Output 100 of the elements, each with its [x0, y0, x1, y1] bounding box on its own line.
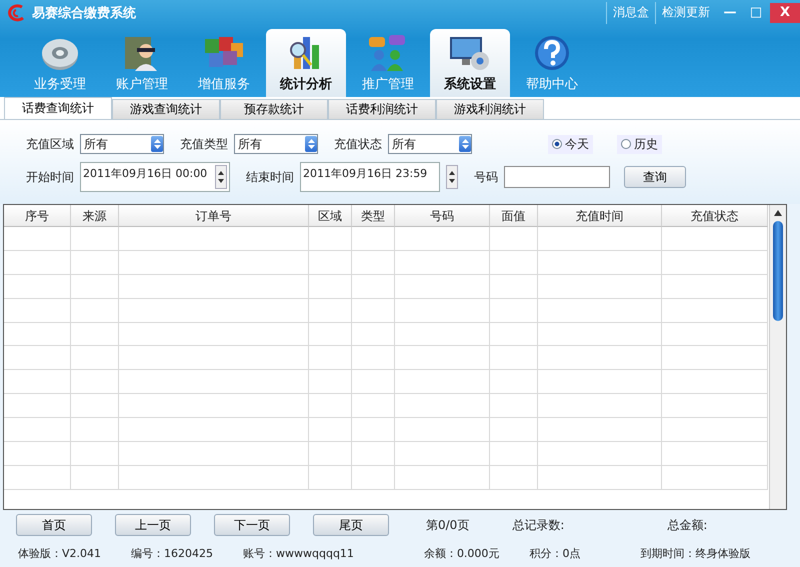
- pager-button[interactable]: 首页: [16, 514, 92, 536]
- table-cell: [490, 418, 538, 442]
- table-cell: [490, 442, 538, 466]
- window-title: 易赛综合缴费系统: [32, 4, 136, 22]
- table-cell: [490, 346, 538, 370]
- column-header: 区域: [309, 205, 352, 227]
- table-cell: [4, 298, 71, 323]
- spinner-arrows-icon: [308, 139, 314, 149]
- radio-button[interactable]: 历史: [617, 134, 662, 154]
- table-cell: [4, 370, 71, 394]
- table-cell: [71, 370, 119, 394]
- status-text: 账号：wwwwqqqq11: [243, 546, 354, 560]
- field-label: 充值类型: [180, 136, 228, 152]
- table-cell: [352, 418, 395, 442]
- table-cell: [71, 418, 119, 442]
- table-cell: [4, 394, 71, 418]
- input-field[interactable]: [504, 166, 610, 188]
- table-cell: [309, 322, 352, 346]
- table-cell: [309, 274, 352, 299]
- dropdown[interactable]: 所有: [388, 134, 472, 154]
- table-cell: [71, 466, 119, 490]
- tab[interactable]: 游戏利润统计: [436, 99, 544, 119]
- pager-button[interactable]: 上一页: [115, 514, 191, 536]
- table-cell: [71, 227, 119, 251]
- scroll-up-icon: [774, 209, 782, 217]
- table-cell: [309, 466, 352, 490]
- table-cell: [71, 298, 119, 323]
- spinner-arrows-icon: [462, 139, 468, 149]
- page-indicator: 第0/0页: [426, 516, 470, 534]
- status-text: 积分：0点: [529, 546, 580, 560]
- table-cell: [352, 322, 395, 346]
- scroll-thumb[interactable]: [773, 221, 783, 321]
- field-label: 充值状态: [334, 136, 382, 152]
- table-cell: [4, 274, 71, 299]
- table-cell: [4, 250, 71, 275]
- table-cell: [309, 394, 352, 418]
- tab[interactable]: 游戏查询统计: [112, 99, 220, 119]
- date-field[interactable]: 2011年09月16日 00:00: [80, 162, 230, 192]
- table-cell: [490, 394, 538, 418]
- spinner-arrows-icon: [215, 165, 227, 189]
- table-cell: [490, 466, 538, 490]
- pager-button[interactable]: 尾页: [313, 514, 389, 536]
- dropdown[interactable]: 所有: [80, 134, 164, 154]
- table-cell: [4, 227, 71, 251]
- date-field[interactable]: 2011年09月16日 23:59: [300, 162, 440, 192]
- table-cell: [352, 394, 395, 418]
- table-cell: [309, 346, 352, 370]
- table-cell: [71, 250, 119, 275]
- tab[interactable]: 话费查询统计: [4, 97, 112, 119]
- pager-button[interactable]: 下一页: [214, 514, 290, 536]
- table-cell: [490, 274, 538, 299]
- total-amount-label: 总金额:: [667, 516, 708, 534]
- table-cell: [352, 442, 395, 466]
- column-header: 面值: [490, 205, 538, 227]
- table-cell: [4, 466, 71, 490]
- table-cell: [4, 418, 71, 442]
- column-header: 订单号: [119, 205, 309, 227]
- table-cell: [309, 227, 352, 251]
- dropdown[interactable]: 所有: [234, 134, 318, 154]
- tab[interactable]: 预存款统计: [220, 99, 328, 119]
- status-text: 编号：1620425: [131, 546, 214, 560]
- table-cell: [309, 250, 352, 275]
- table-cell: [309, 418, 352, 442]
- table-cell: [71, 442, 119, 466]
- table-cell: [352, 346, 395, 370]
- table-cell: [352, 250, 395, 275]
- table-cell: [309, 298, 352, 323]
- table-cell: [4, 322, 71, 346]
- table-cell: [4, 442, 71, 466]
- column-header: 充值状态: [662, 205, 768, 227]
- column-header: 来源: [71, 205, 119, 227]
- table-cell: [71, 322, 119, 346]
- query-button[interactable]: 查询: [624, 166, 686, 188]
- field-label: 结束时间: [246, 168, 294, 186]
- scrollbar[interactable]: [769, 205, 786, 509]
- table-cell: [309, 370, 352, 394]
- close-button[interactable]: X: [770, 2, 800, 22]
- table-cell: [352, 466, 395, 490]
- table-cell: [352, 298, 395, 323]
- status-text: 体验版：V2.041: [18, 546, 102, 560]
- table-cell: [71, 346, 119, 370]
- radio-button[interactable]: 今天: [548, 134, 593, 154]
- spinner-arrows-icon[interactable]: [446, 165, 458, 189]
- tab[interactable]: 话费利润统计: [328, 99, 436, 119]
- status-text: 余额：0.000元: [424, 546, 500, 560]
- table-cell: [352, 227, 395, 251]
- field-label: 充值区域: [26, 136, 74, 152]
- table-cell: [352, 274, 395, 299]
- toolbar-button[interactable]: 统计分析: [266, 29, 346, 97]
- column-header: 序号: [4, 205, 71, 227]
- column-header: 充值时间: [538, 205, 662, 227]
- toolbar-button[interactable]: 系统设置: [430, 29, 510, 97]
- column-header: 号码: [395, 205, 490, 227]
- table-cell: [490, 322, 538, 346]
- table-cell: [490, 298, 538, 323]
- record-count-label: 总记录数:: [512, 516, 564, 534]
- table-cell: [352, 370, 395, 394]
- table-cell: [490, 227, 538, 251]
- table-cell: [71, 394, 119, 418]
- spinner-arrows-icon: [154, 139, 160, 149]
